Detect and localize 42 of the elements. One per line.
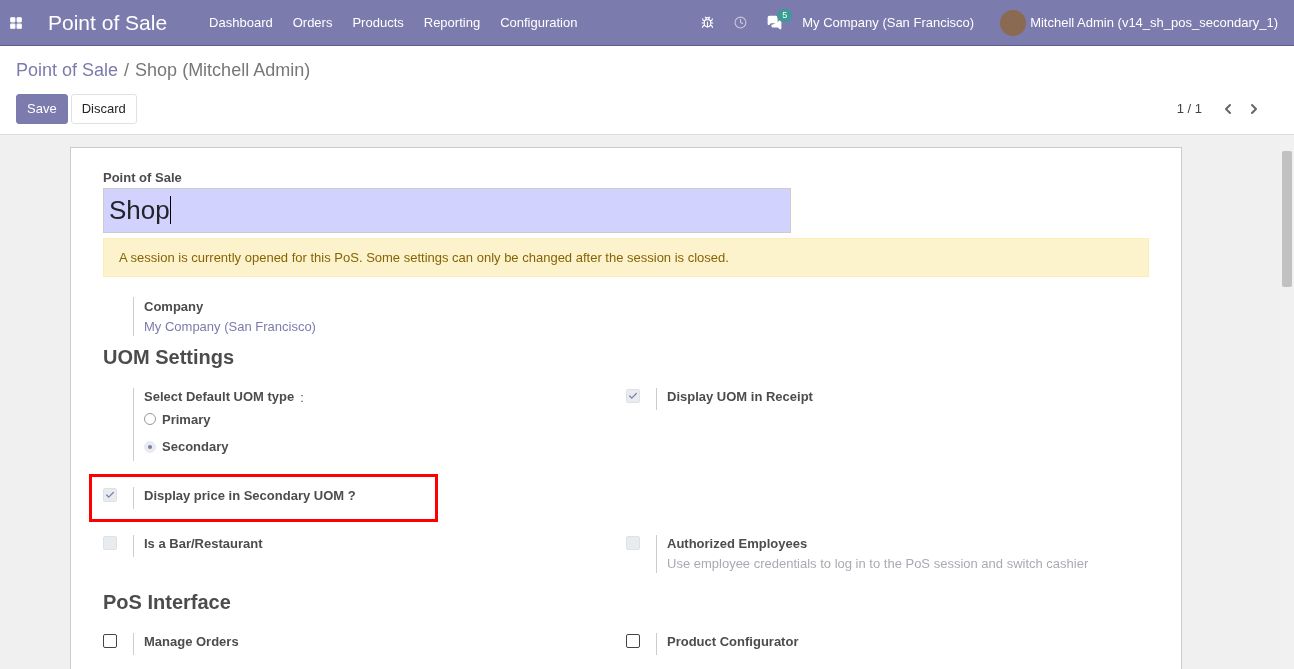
check-icon [105, 489, 115, 500]
field-label: Point of Sale [103, 169, 183, 187]
setting-label: Display price in Secondary UOM ? [144, 486, 356, 505]
save-button[interactable]: Save [16, 94, 68, 124]
app-title: Point of Sale [48, 9, 168, 36]
bug-icon[interactable] [701, 16, 715, 29]
checkbox[interactable] [626, 634, 640, 648]
nav-menu-item[interactable]: Dashboard [199, 12, 283, 33]
setting-label: Select Default UOM type [144, 388, 295, 406]
radio-button[interactable] [144, 413, 156, 426]
setting-description: Use employee credentials to log in to the PoS session and switch cashier [667, 554, 1089, 573]
nav-menu-item[interactable]: Orders [282, 12, 343, 33]
setting-label: Product Configurator [667, 633, 799, 651]
company-switcher[interactable]: My Company (San Francisco) [802, 12, 975, 33]
breadcrumb-link[interactable]: Point of Sale [16, 57, 119, 84]
chat-icon[interactable] [767, 15, 783, 30]
apps-menu-icon[interactable] [9, 15, 23, 30]
user-menu[interactable]: Mitchell Admin (v14_sh_pos_secondary_1) [1030, 12, 1278, 33]
setting-label: Authorized Employees [667, 534, 809, 553]
setting-label: Manage Orders [144, 633, 239, 651]
discard-button[interactable]: Discard [70, 94, 137, 124]
breadcrumb-separator: / [124, 59, 130, 82]
pager-value: 1 / 1 [1176, 100, 1202, 119]
label-colon: : [300, 389, 304, 407]
checkbox[interactable] [103, 634, 117, 648]
field-label: Company [144, 298, 205, 316]
check-icon [628, 391, 638, 401]
section-title: PoS Interface [103, 590, 232, 615]
nav-menu-item[interactable]: Reporting [413, 12, 491, 33]
nav-menu-item[interactable]: Products [342, 12, 414, 33]
setting-label: Display UOM in Receipt [667, 388, 813, 406]
section-title: UOM Settings [103, 345, 236, 370]
company-link[interactable]: My Company (San Francisco) [144, 316, 1149, 336]
breadcrumb-current: Shop (Mitchell Admin) [135, 59, 311, 82]
radio-label: Secondary [162, 438, 229, 456]
radio-label: Primary [162, 410, 211, 429]
name-input[interactable]: Shop [103, 187, 791, 233]
setting-label: Is a Bar/Restaurant [144, 534, 263, 553]
notification-badge: 5 [777, 9, 793, 22]
session-alert: A session is currently opened for this PoS. Some settings can only be changed after the session is closed. [103, 237, 1149, 277]
nav-menu-item[interactable]: Configuration [490, 12, 588, 33]
clock-icon[interactable] [734, 16, 748, 29]
